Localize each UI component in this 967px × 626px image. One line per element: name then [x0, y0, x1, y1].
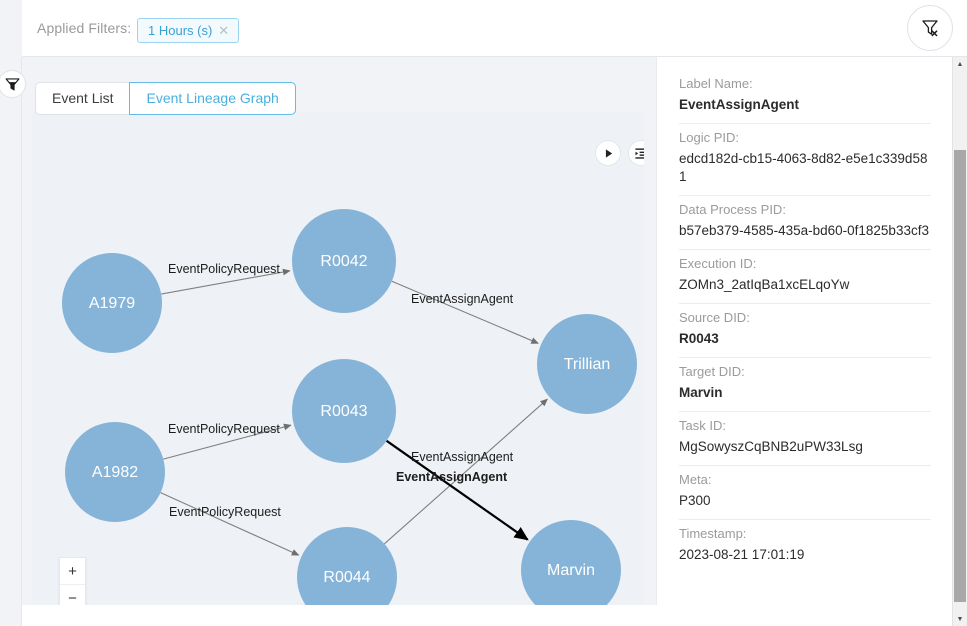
- graph-node[interactable]: R0042: [292, 209, 396, 313]
- detail-row: Logic PID: edcd182d-cb15-4063-8d82-e5e1c3…: [679, 124, 931, 196]
- detail-label: Logic PID:: [679, 129, 931, 146]
- graph-edge-label: EventAssignAgent: [411, 292, 514, 306]
- tab-event-lineage-graph-label: Event Lineage Graph: [146, 90, 278, 106]
- graph-node-label: R0043: [320, 403, 367, 420]
- clear-filters-button[interactable]: [907, 5, 953, 51]
- detail-value: ZOMn3_2atIqBa1xcELqoYw: [679, 276, 931, 294]
- zoom-out-button[interactable]: −: [60, 585, 85, 605]
- close-icon[interactable]: ✕: [218, 23, 229, 38]
- detail-label: Data Process PID:: [679, 201, 931, 218]
- detail-row: Source DID: R0043: [679, 304, 931, 358]
- detail-label: Target DID:: [679, 363, 931, 380]
- graph-node[interactable]: A1982: [65, 422, 165, 522]
- graph-edge[interactable]: [161, 493, 299, 556]
- detail-value: 2023-08-21 17:01:19: [679, 546, 931, 564]
- event-lineage-graph-canvas[interactable]: EventPolicyRequest EventAssignAgent EventP…: [32, 112, 644, 605]
- zoom-out-icon: −: [68, 590, 77, 606]
- detail-value: P300: [679, 492, 931, 510]
- graph-node[interactable]: A1979: [62, 253, 162, 353]
- lineage-graph-svg[interactable]: EventPolicyRequest EventAssignAgent EventP…: [32, 112, 644, 605]
- filter-chip-1-hours[interactable]: 1 Hours (s) ✕: [137, 18, 239, 43]
- filter-chip-label: 1 Hours (s): [148, 23, 212, 38]
- graph-node-label: Trillian: [564, 356, 611, 373]
- graph-node-circle[interactable]: [297, 527, 397, 605]
- legend-button[interactable]: [628, 140, 644, 166]
- detail-row: Meta: P300: [679, 466, 931, 520]
- graph-zoom-controls: + −: [59, 557, 86, 605]
- left-rail: [0, 57, 22, 626]
- event-details-panel[interactable]: Label Name: EventAssignAgent Logic PID: edc…: [656, 57, 967, 626]
- graph-edge-label: EventAssignAgent: [411, 450, 514, 464]
- tab-event-list[interactable]: Event List: [35, 82, 130, 115]
- graph-edge[interactable]: [392, 281, 538, 343]
- detail-value: b57eb379-4585-435a-bd60-0f1825b33cf3: [679, 222, 931, 240]
- detail-value: MgSowyszCqBNB2uPW33Lsg: [679, 438, 931, 456]
- detail-value: Marvin: [679, 384, 931, 402]
- graph-toolbar: [595, 140, 644, 166]
- scroll-up-arrow[interactable]: ▲: [953, 57, 967, 71]
- graph-nodes[interactable]: A1979 R0042 Trillian A1982 R0043 R0044 Marvin: [62, 209, 637, 605]
- detail-row: Label Name: EventAssignAgent: [679, 70, 931, 124]
- scrollbar-thumb[interactable]: [954, 150, 966, 602]
- view-tabs: Event List Event Lineage Graph: [35, 82, 296, 115]
- detail-label: Label Name:: [679, 75, 931, 92]
- main-content: Event List Event Lineage Graph EventPoli…: [22, 57, 967, 626]
- bottom-strip: [22, 605, 967, 626]
- filter-funnel-icon: [4, 76, 21, 93]
- graph-node-label: A1982: [92, 464, 138, 481]
- detail-label: Meta:: [679, 471, 931, 488]
- graph-edge-label: EventPolicyRequest: [168, 262, 280, 276]
- play-icon: [602, 147, 615, 160]
- page-scrollbar[interactable]: ▲ ▼: [952, 57, 967, 626]
- detail-row: Target DID: Marvin: [679, 358, 931, 412]
- detail-value: EventAssignAgent: [679, 96, 931, 114]
- detail-value: edcd182d-cb15-4063-8d82-e5e1c339d581: [679, 150, 931, 186]
- app-root: Applied Filters: 1 Hours (s) ✕ Event List…: [0, 0, 967, 626]
- detail-label: Timestamp:: [679, 525, 931, 542]
- filter-clear-icon: [919, 17, 941, 39]
- list-icon: [634, 146, 645, 161]
- zoom-in-icon: +: [68, 563, 77, 580]
- detail-row: Task ID: MgSowyszCqBNB2uPW33Lsg: [679, 412, 931, 466]
- play-button[interactable]: [595, 140, 621, 166]
- scroll-down-arrow[interactable]: ▼: [953, 612, 967, 626]
- tab-event-list-label: Event List: [52, 90, 113, 106]
- graph-node-label: R0044: [323, 569, 370, 586]
- detail-row: Timestamp: 2023-08-21 17:01:19: [679, 520, 931, 573]
- detail-label: Task ID:: [679, 417, 931, 434]
- detail-row: Execution ID: ZOMn3_2atIqBa1xcELqoYw: [679, 250, 931, 304]
- graph-node-label: R0042: [320, 253, 367, 270]
- applied-filters-label: Applied Filters:: [37, 20, 131, 36]
- detail-label: Execution ID:: [679, 255, 931, 272]
- tab-event-lineage-graph[interactable]: Event Lineage Graph: [129, 82, 295, 115]
- graph-edge-label: EventPolicyRequest: [169, 505, 281, 519]
- detail-row: Data Process PID: b57eb379-4585-435a-bd60…: [679, 196, 931, 250]
- graph-node[interactable]: Marvin: [521, 520, 621, 605]
- event-details-list: Label Name: EventAssignAgent Logic PID: edc…: [657, 57, 953, 573]
- graph-node-label: Marvin: [547, 562, 595, 579]
- graph-node-label: A1979: [89, 295, 135, 312]
- graph-edge-label: EventAssignAgent: [396, 470, 508, 484]
- detail-label: Source DID:: [679, 309, 931, 326]
- detail-value: R0043: [679, 330, 931, 348]
- applied-filters-bar: Applied Filters: 1 Hours (s) ✕: [22, 0, 967, 57]
- zoom-in-button[interactable]: +: [60, 558, 85, 585]
- graph-edge-label: EventPolicyRequest: [168, 422, 280, 436]
- graph-node[interactable]: R0044: [297, 527, 397, 605]
- graph-node[interactable]: R0043: [292, 359, 396, 463]
- graph-node[interactable]: Trillian: [537, 314, 637, 414]
